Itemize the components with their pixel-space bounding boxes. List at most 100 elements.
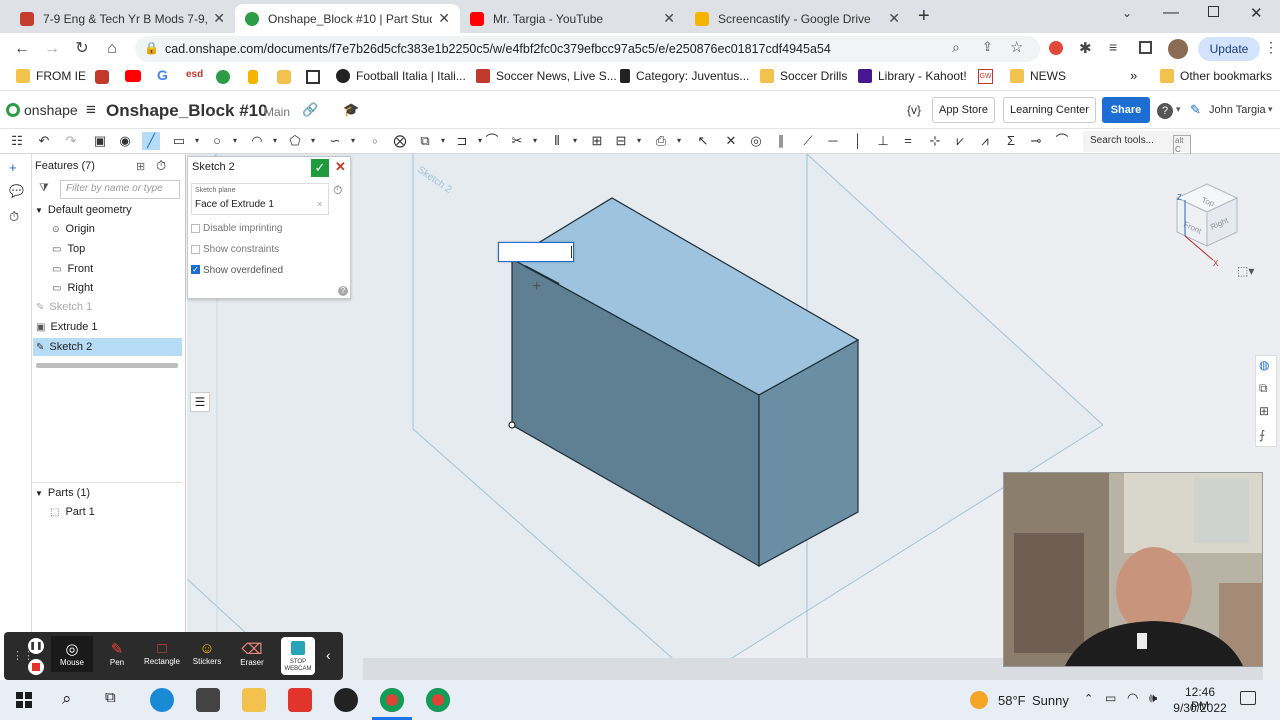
parallel-icon[interactable]: ∥: [772, 132, 790, 150]
close-tab-icon[interactable]: ✕: [888, 10, 900, 27]
pen-tool[interactable]: ✎ Pen: [96, 640, 138, 667]
line-tool-icon[interactable]: ╱: [142, 132, 160, 150]
tangent-icon[interactable]: ⟋: [799, 132, 817, 150]
dropdown-chevron-icon[interactable]: ▾: [304, 132, 322, 150]
use-icon[interactable]: ⊐: [453, 132, 471, 150]
media-icon[interactable]: ≡: [1109, 39, 1117, 55]
rectangle-tool-icon[interactable]: ▭: [170, 132, 188, 150]
help-icon[interactable]: ?: [1157, 103, 1173, 119]
reload-icon[interactable]: ↻: [72, 39, 92, 59]
learning-center-button[interactable]: Learning Center: [1003, 97, 1096, 123]
dropdown-chevron-icon[interactable]: ▾: [670, 132, 688, 150]
symmetric-icon[interactable]: Σ: [1002, 132, 1020, 150]
origin-point[interactable]: [508, 421, 516, 429]
eraser-tool[interactable]: ⌫ Eraser: [231, 640, 273, 667]
history-icon[interactable]: ⏱: [9, 209, 19, 225]
url-text[interactable]: cad.onshape.com/documents/f7e7b26d5cfc38…: [165, 42, 831, 56]
vertical-icon[interactable]: │: [849, 132, 867, 150]
qr-bookmark-icon[interactable]: [306, 70, 320, 84]
google-bookmark-icon[interactable]: G: [157, 67, 168, 83]
menu-dots-icon[interactable]: ⋮: [1264, 39, 1278, 56]
tab-youtube[interactable]: Mr. Targia - YouTube ✕: [460, 4, 685, 33]
hamburger-menu-icon[interactable]: ≡: [86, 100, 96, 120]
chrome-icon[interactable]: [426, 688, 450, 712]
close-tab-icon[interactable]: ✕: [438, 10, 450, 27]
task-view-icon[interactable]: ⧉: [105, 689, 116, 706]
linear-pattern-icon[interactable]: ⊞: [588, 132, 606, 150]
tab-drive[interactable]: Screencastify - Google Drive ✕: [685, 4, 910, 33]
circular-pattern-icon[interactable]: ⊟: [612, 132, 630, 150]
dropdown-chevron-icon[interactable]: ▾: [266, 132, 284, 150]
learning-cap-icon[interactable]: 🎓: [343, 102, 359, 118]
omnibox[interactable]: 🔒 cad.onshape.com/documents/f7e7b26d5cfc…: [135, 36, 1040, 62]
fix-icon[interactable]: ⩘: [976, 132, 994, 150]
perpendicular-icon[interactable]: ⊥: [874, 132, 892, 150]
normal-icon[interactable]: ⩗: [951, 132, 969, 150]
feature-filter-input[interactable]: Filter by name or type: [60, 180, 180, 199]
tab-classroom[interactable]: 7-9 Eng & Tech Yr B Mods 7-9, 1s ✕: [10, 4, 235, 33]
collapse-chevron-icon[interactable]: ▼: [35, 206, 43, 215]
link-icon[interactable]: 🔗: [302, 102, 318, 118]
collapse-chevron-icon[interactable]: ▼: [35, 489, 43, 498]
stickers-tool[interactable]: ☺ Stickers: [186, 640, 228, 666]
network-icon[interactable]: ▭: [1105, 691, 1116, 705]
tree-parts[interactable]: ▼ Parts (1): [35, 484, 185, 502]
construction-icon[interactable]: ⨂: [391, 132, 409, 150]
zoom-icon[interactable]: ⌕: [952, 39, 960, 56]
stop-webcam-button[interactable]: STOP WEBCAM: [281, 637, 315, 675]
close-tab-icon[interactable]: ✕: [663, 10, 675, 27]
rollback-icon[interactable]: ⏱: [156, 158, 166, 174]
document-title[interactable]: Onshape_Block #10: [106, 101, 268, 121]
home-icon[interactable]: ⌂: [102, 39, 122, 59]
dimension-input[interactable]: [498, 242, 574, 262]
bookmark-from-ie[interactable]: FROM IE: [16, 69, 86, 83]
file-explorer-icon[interactable]: [242, 688, 266, 712]
stop-recording-button[interactable]: [28, 659, 44, 675]
other-bookmarks[interactable]: Other bookmarks: [1160, 69, 1272, 83]
sketch-plane-history-icon[interactable]: ⏱: [333, 183, 342, 198]
forward-icon[interactable]: →: [42, 39, 62, 59]
profile-avatar[interactable]: [1168, 39, 1188, 59]
restore-icon[interactable]: [1208, 6, 1219, 17]
esd-bookmark-icon[interactable]: esd: [186, 69, 203, 80]
pierce-icon[interactable]: ⊸: [1027, 132, 1045, 150]
user-menu-chevron-icon[interactable]: ▾: [1268, 104, 1273, 115]
tree-right-plane[interactable]: ▭ Right: [52, 279, 202, 297]
tree-origin[interactable]: ⊙ Origin: [52, 220, 202, 238]
dropdown-chevron-icon[interactable]: ▾: [630, 132, 648, 150]
app-icon[interactable]: [288, 688, 312, 712]
tree-sketch1[interactable]: ✎ Sketch 1: [36, 298, 186, 316]
chrome-icon[interactable]: [380, 688, 404, 712]
variable-studio-button[interactable]: {v}: [907, 103, 921, 117]
circle-tool-icon[interactable]: ○: [208, 132, 226, 150]
tree-default-geometry[interactable]: ▼ Default geometry: [35, 201, 185, 219]
help-chevron-icon[interactable]: ▾: [1176, 104, 1181, 115]
curvature-icon[interactable]: ⌒: [1053, 132, 1071, 150]
properties-icon[interactable]: ⊞: [1259, 404, 1269, 418]
offset-icon[interactable]: ⧉: [416, 132, 434, 150]
bookmark-kahoot[interactable]: Library - Kahoot!: [858, 69, 967, 83]
bookmark-juventus[interactable]: Category: Juventus...: [620, 69, 749, 83]
share-button[interactable]: Share: [1102, 97, 1150, 123]
user-name[interactable]: John Targia: [1209, 104, 1266, 116]
dimension-icon[interactable]: ↖: [694, 132, 712, 150]
windows-start-icon[interactable]: [16, 692, 32, 708]
tree-part1[interactable]: ⬚ Part 1: [50, 503, 200, 521]
onshape-logo[interactable]: onshape: [24, 102, 78, 118]
undo-icon[interactable]: ↶: [35, 132, 53, 150]
clock-date[interactable]: 9/30/2022: [1168, 701, 1232, 715]
collapse-toolbar-icon[interactable]: ‹: [326, 647, 331, 663]
mirror-tool-icon[interactable]: ⫴: [548, 132, 566, 150]
tree-front-plane[interactable]: ▭ Front: [52, 260, 202, 278]
temperature[interactable]: 58°F: [998, 693, 1026, 708]
coincident-icon[interactable]: ✕: [722, 132, 740, 150]
pause-icon[interactable]: ❚❚: [28, 638, 44, 654]
equal-icon[interactable]: =: [899, 132, 917, 150]
site-icon[interactable]: GW: [978, 69, 993, 84]
dropdown-chevron-icon[interactable]: ▾: [226, 132, 244, 150]
dropdown-chevron-icon[interactable]: ▾: [566, 132, 584, 150]
variables-icon[interactable]: ⨍: [1259, 428, 1265, 442]
share-page-icon[interactable]: ⇪: [982, 39, 993, 55]
cancel-x-icon[interactable]: ✕: [335, 159, 346, 175]
show-constraints-checkbox[interactable]: [191, 245, 200, 254]
